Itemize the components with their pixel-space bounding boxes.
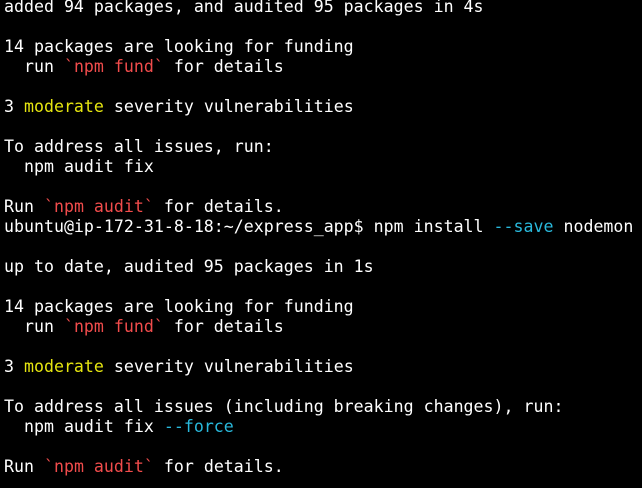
- terminal-line: To address all issues, run:: [4, 137, 642, 157]
- terminal-line: 3 moderate severity vulnerabilities: [4, 357, 642, 377]
- terminal-text-segment: run: [4, 57, 64, 76]
- terminal-text-segment: 3: [4, 357, 24, 376]
- terminal-text-segment: `npm fund`: [63, 317, 164, 336]
- terminal-text-segment: severity vulnerabilities: [103, 97, 354, 116]
- terminal-line: Run `npm audit` for details.: [4, 457, 642, 477]
- terminal-text-segment: for details: [163, 57, 284, 76]
- terminal-line: 14 packages are looking for funding: [4, 37, 642, 57]
- terminal-text-segment: Run: [4, 197, 44, 216]
- terminal-line: 14 packages are looking for funding: [4, 297, 642, 317]
- terminal-line: npm audit fix: [4, 157, 642, 177]
- terminal-text-segment: ubuntu@ip-172-31-8-18:~/express_app$ npm…: [4, 217, 494, 236]
- terminal-line: To address all issues (including breakin…: [4, 397, 642, 417]
- terminal-line: npm audit fix --force: [4, 417, 642, 437]
- terminal-text-segment: 14 packages are looking for funding: [4, 37, 354, 56]
- terminal-text-segment: moderate: [23, 357, 104, 376]
- terminal-text-segment: `npm audit`: [43, 197, 154, 216]
- terminal-line: ubuntu@ip-172-31-8-18:~/express_app$ npm…: [4, 217, 642, 237]
- terminal-text-segment: for details.: [153, 457, 284, 476]
- terminal-line: up to date, audited 95 packages in 1s: [4, 257, 642, 277]
- terminal-text-segment: severity vulnerabilities: [103, 357, 354, 376]
- terminal-text-segment: To address all issues (including breakin…: [4, 397, 564, 416]
- terminal-text-segment: nodemon: [553, 217, 634, 236]
- terminal-window[interactable]: added 94 packages, and audited 95 packag…: [0, 0, 642, 488]
- terminal-text-segment: --force: [163, 417, 234, 436]
- terminal-text-segment: `npm fund`: [63, 57, 164, 76]
- terminal-text-segment: moderate: [23, 97, 104, 116]
- terminal-text-segment: npm audit fix: [4, 157, 154, 176]
- terminal-text-segment: for details: [163, 317, 284, 336]
- terminal-text-segment: 3: [4, 97, 24, 116]
- terminal-text-segment: Run: [4, 457, 44, 476]
- terminal-text-segment: for details.: [153, 197, 284, 216]
- terminal-text-segment: npm audit fix: [4, 417, 164, 436]
- terminal-text-segment: up to date, audited 95 packages in 1s: [4, 257, 374, 276]
- terminal-text-segment: added 94 packages, and audited 95 packag…: [4, 0, 484, 16]
- terminal-text-segment: To address all issues, run:: [4, 137, 274, 156]
- terminal-text-segment: run: [4, 317, 64, 336]
- terminal-text-segment: 14 packages are looking for funding: [4, 297, 354, 316]
- terminal-line: added 94 packages, and audited 95 packag…: [4, 0, 642, 17]
- terminal-text-segment: --save: [493, 217, 554, 236]
- terminal-line: 3 moderate severity vulnerabilities: [4, 97, 642, 117]
- terminal-line: run `npm fund` for details: [4, 57, 642, 77]
- terminal-line: Run `npm audit` for details.: [4, 197, 642, 217]
- terminal-line: run `npm fund` for details: [4, 317, 642, 337]
- terminal-text-segment: `npm audit`: [43, 457, 154, 476]
